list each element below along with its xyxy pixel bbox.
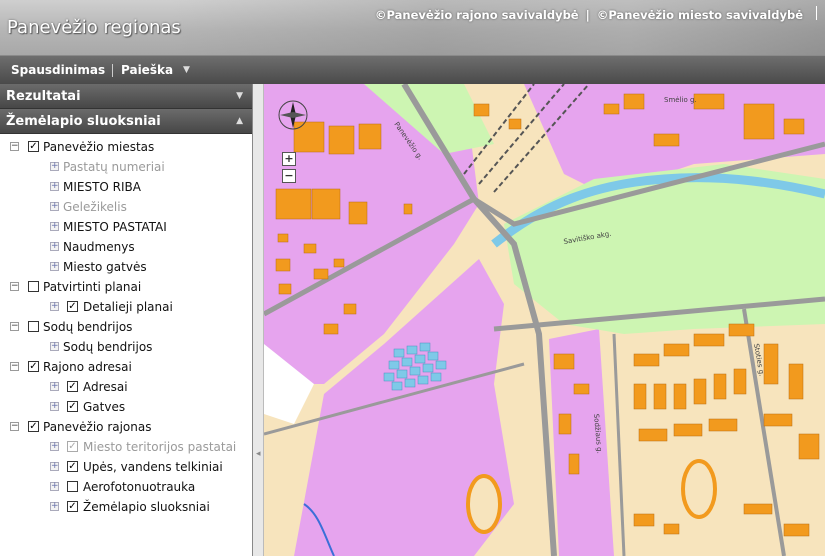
collapse-arrow-icon[interactable]: ◂ [256,449,261,459]
left-panel: Rezultatai ▼ Žemėlapio sluoksniai ▲ − ✓ Pa… [0,84,253,556]
collapse-toggle-icon[interactable]: − [10,362,19,371]
layer-group[interactable]: − ✓ Panevėžio miestas [0,137,250,157]
layer-checkbox[interactable]: ✓ [67,381,78,392]
expand-toggle-icon[interactable]: + [50,402,59,411]
layers-panel-header[interactable]: Žemėlapio sluoksniai ▲ [0,109,252,134]
layer-item[interactable]: + Sodų bendrijos [0,337,250,357]
expand-toggle-icon[interactable]: + [50,222,59,231]
chevron-up-icon[interactable]: ▲ [236,109,243,134]
map-canvas[interactable]: Panevėžio g. Smėlio g. Savitiško akg. So… [264,84,825,556]
layer-checkbox[interactable]: ✓ [28,361,39,372]
layer-checkbox[interactable]: ✓ [28,141,39,152]
layer-checkbox[interactable] [28,281,39,292]
layer-checkbox[interactable]: ✓ [67,501,78,512]
zoom-in-button[interactable]: + [282,152,296,166]
layer-label: Naudmenys [63,240,135,254]
layer-group[interactable]: − Patvirtinti planai [0,277,250,297]
layer-label: Miesto teritorijos pastatai [83,440,237,454]
layer-checkbox[interactable]: ✓ [67,461,78,472]
credit-city: ©Panevėžio miesto savivaldybė [596,8,803,22]
stadium-track [466,474,502,534]
app-title: Panevėžio regionas [7,17,181,38]
layers-panel-title: Žemėlapio sluoksniai [6,114,161,129]
expand-toggle-icon[interactable]: + [50,342,59,351]
stadium-track [681,459,717,519]
map-view[interactable]: Panevėžio g. Smėlio g. Savitiško akg. So… [264,84,825,556]
pan-compass-icon[interactable] [276,98,310,132]
layer-item[interactable]: + ✓ Žemėlapio sluoksniai [0,497,250,517]
layer-label: Aerofotonuotrauka [83,480,196,494]
expand-toggle-icon[interactable]: + [50,442,59,451]
layer-label: Adresai [83,380,128,394]
layer-item[interactable]: + ✓ Upės, vandens telkiniai [0,457,250,477]
layer-label: Geležikelis [63,200,127,214]
panel-splitter[interactable]: ◂ [253,84,264,556]
layer-group[interactable]: − Sodų bendrijos [0,317,250,337]
layer-item[interactable]: + ✓ Adresai [0,377,250,397]
layer-item[interactable]: + MIESTO RIBA [0,177,250,197]
street-label: Smėlio g. [664,96,697,104]
expand-toggle-icon[interactable]: + [50,242,59,251]
layer-checkbox[interactable]: ✓ [67,301,78,312]
layer-label: Detalieji planai [83,300,173,314]
layer-item[interactable]: + ✓ Miesto teritorijos pastatai [0,437,250,457]
results-panel-title: Rezultatai [6,89,81,104]
layer-item[interactable]: + Miesto gatvės [0,257,250,277]
collapse-toggle-icon[interactable]: − [10,142,19,151]
layer-label: Rajono adresai [43,360,132,374]
results-panel-header[interactable]: Rezultatai ▼ [0,84,252,109]
layer-group[interactable]: − ✓ Panevėžio rajonas [0,417,250,437]
credit-district: ©Panevėžio rajono savivaldybė [375,8,579,22]
layer-group[interactable]: − ✓ Rajono adresai [0,357,250,377]
layer-checkbox[interactable]: ✓ [28,421,39,432]
expand-toggle-icon[interactable]: + [50,182,59,191]
layer-label: Sodų bendrijos [63,340,153,354]
layer-label: Panevėžio rajonas [43,420,152,434]
expand-toggle-icon[interactable]: + [50,262,59,271]
zoom-out-button[interactable]: − [282,169,296,183]
layer-label: Panevėžio miestas [43,140,155,154]
layer-item[interactable]: + MIESTO PASTATAI [0,217,250,237]
layer-label: Upės, vandens telkiniai [83,460,223,474]
layer-checkbox: ✓ [67,441,78,452]
collapse-toggle-icon[interactable]: − [10,322,19,331]
collapse-toggle-icon[interactable]: − [10,282,19,291]
chevron-down-icon[interactable]: ▼ [236,84,243,109]
chevron-down-icon[interactable]: ▼ [183,65,190,75]
layer-label: Gatves [83,400,126,414]
expand-toggle-icon[interactable]: + [50,482,59,491]
expand-toggle-icon[interactable]: + [50,162,59,171]
menu-search[interactable]: Paieška [121,63,173,77]
layer-item[interactable]: + Aerofotonuotrauka [0,477,250,497]
layer-checkbox[interactable] [67,481,78,492]
layer-label: Žemėlapio sluoksniai [83,500,210,514]
layer-label: Sodų bendrijos [43,320,133,334]
menu-print[interactable]: Spausdinimas [11,63,105,77]
expand-toggle-icon[interactable]: + [50,302,59,311]
layer-label: Patvirtinti planai [43,280,142,294]
layer-checkbox[interactable]: ✓ [67,401,78,412]
expand-toggle-icon[interactable]: + [50,382,59,391]
layer-label: Pastatų numeriai [63,160,165,174]
collapse-toggle-icon[interactable]: − [10,422,19,431]
menu-bar: Spausdinimas Paieška ▼ [0,55,825,84]
app-header: Panevėžio regionas ©Panevėžio rajono sav… [0,0,825,55]
layer-item[interactable]: + ✓ Gatves [0,397,250,417]
menu-separator [112,64,113,77]
layer-item[interactable]: + Geležikelis [0,197,250,217]
layer-item[interactable]: + ✓ Detalieji planai [0,297,250,317]
layer-label: MIESTO PASTATAI [63,220,167,234]
header-divider [816,6,817,20]
layer-item[interactable]: + Naudmenys [0,237,250,257]
header-credits: ©Panevėžio rajono savivaldybė | ©Panevėžio… [375,8,803,22]
expand-toggle-icon[interactable]: + [50,202,59,211]
layer-checkbox[interactable] [28,321,39,332]
layer-item[interactable]: + Pastatų numeriai [0,157,250,177]
expand-toggle-icon[interactable]: + [50,462,59,471]
layer-label: MIESTO RIBA [63,180,141,194]
layer-label: Miesto gatvės [63,260,147,274]
expand-toggle-icon[interactable]: + [50,502,59,511]
